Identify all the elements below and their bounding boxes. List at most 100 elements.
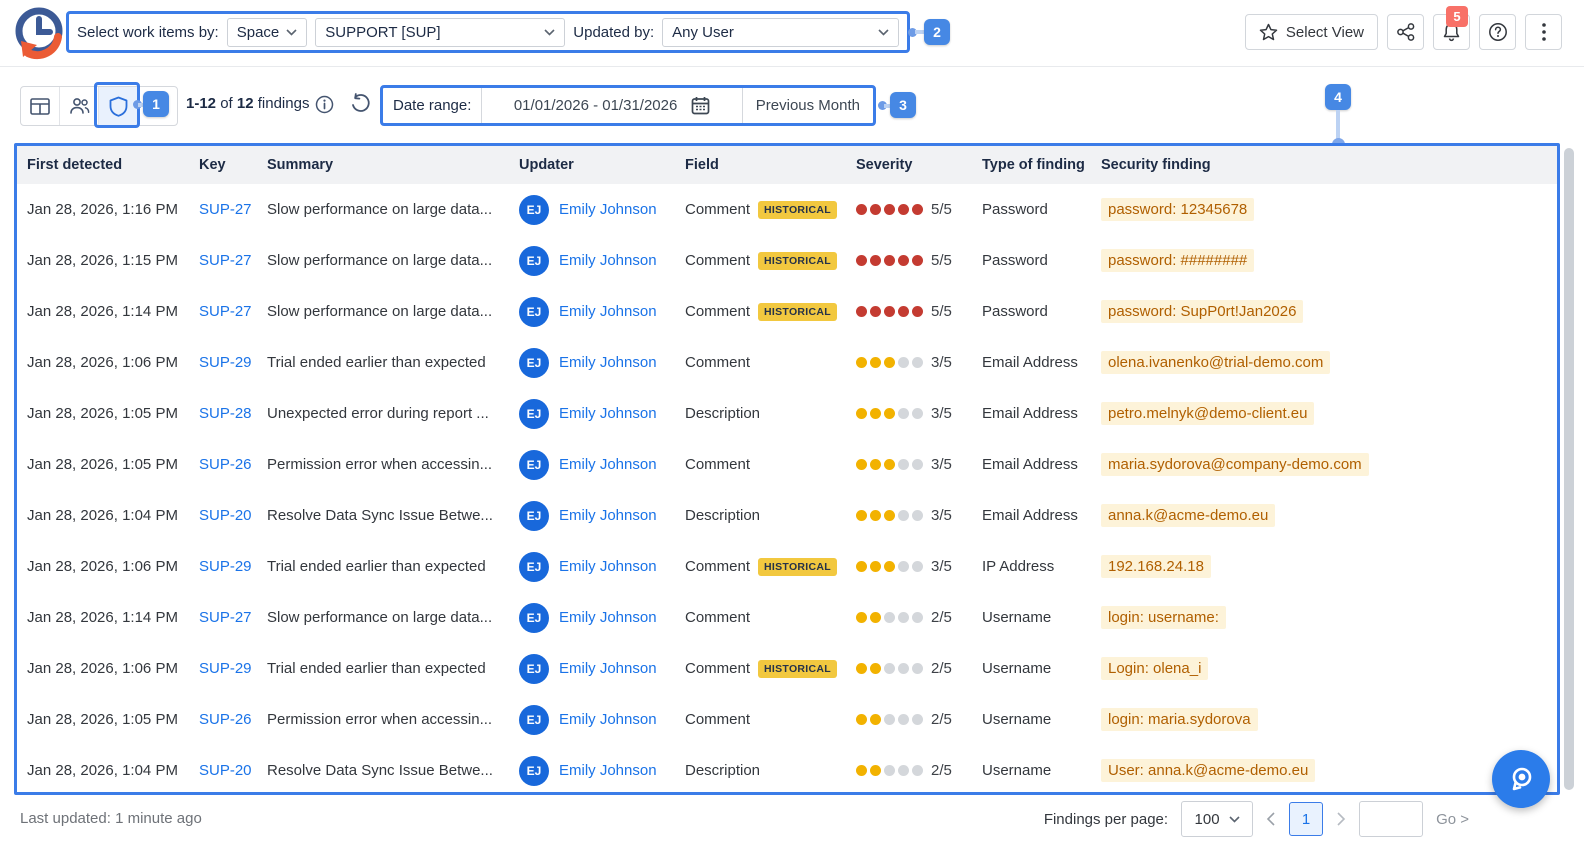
cell-summary: Unexpected error during report ...	[267, 405, 489, 422]
info-button[interactable]	[315, 95, 334, 114]
updater-name-link[interactable]: Emily Johnson	[559, 660, 657, 677]
cell-key-link[interactable]: SUP-28	[199, 405, 267, 422]
severity-dots	[856, 255, 923, 266]
cell-key-link[interactable]: SUP-27	[199, 252, 267, 269]
help-button[interactable]	[1479, 14, 1516, 50]
table-view-icon	[30, 97, 50, 115]
people-view-button[interactable]	[60, 87, 99, 125]
cell-key-link[interactable]: SUP-27	[199, 303, 267, 320]
severity-dot	[884, 612, 895, 623]
calendar-icon	[691, 97, 710, 115]
go-button[interactable]: Go >	[1436, 811, 1469, 828]
current-page-button[interactable]: 1	[1289, 802, 1324, 836]
select-view-button[interactable]: Select View	[1244, 14, 1378, 50]
updater-name-link[interactable]: Emily Johnson	[559, 558, 657, 575]
cell-field: Comment HISTORICAL	[685, 251, 856, 270]
severity-dot	[898, 255, 909, 266]
updater-name-link[interactable]: Emily Johnson	[559, 507, 657, 524]
cell-key-link[interactable]: SUP-29	[199, 558, 267, 575]
search-fab-button[interactable]	[1492, 750, 1550, 808]
finding-pill: password: 12345678	[1101, 198, 1255, 221]
cell-severity: 2/5	[856, 711, 982, 728]
updater-name-link[interactable]: Emily Johnson	[559, 456, 657, 473]
severity-dot	[898, 612, 909, 623]
cell-key-link[interactable]: SUP-26	[199, 711, 267, 728]
cell-key-link[interactable]: SUP-27	[199, 201, 267, 218]
share-button[interactable]	[1387, 14, 1424, 50]
cell-severity: 2/5	[856, 762, 982, 779]
more-menu-button[interactable]	[1525, 14, 1562, 50]
severity-dot	[870, 561, 881, 572]
severity-dot	[856, 561, 867, 572]
cell-updater: EJ Emily Johnson	[519, 551, 685, 582]
vertical-scrollbar[interactable]	[1564, 148, 1574, 790]
per-page-select[interactable]: 100	[1181, 801, 1254, 837]
col-field: Field	[685, 157, 719, 173]
severity-dot	[856, 510, 867, 521]
updater-name-link[interactable]: Emily Johnson	[559, 303, 657, 320]
chevron-left-icon[interactable]	[1266, 812, 1276, 826]
severity-dot	[870, 510, 881, 521]
kebab-icon	[1541, 23, 1546, 41]
table-row[interactable]: Jan 28, 2026, 1:15 PM SUP-27 Slow perfor…	[17, 235, 1557, 286]
updated-by-select[interactable]: Any User	[662, 17, 899, 47]
updater-name-link[interactable]: Emily Johnson	[559, 201, 657, 218]
field-value: Comment	[685, 660, 751, 677]
cell-severity: 2/5	[856, 609, 982, 626]
filter-bar-label: Select work items by:	[77, 23, 219, 41]
security-view-button[interactable]	[99, 87, 138, 125]
severity-label: 2/5	[931, 711, 952, 728]
cell-updater: EJ Emily Johnson	[519, 500, 685, 531]
field-value: Comment	[685, 558, 751, 575]
refresh-button[interactable]	[350, 93, 371, 114]
table-row[interactable]: Jan 28, 2026, 1:06 PM SUP-29 Trial ended…	[17, 337, 1557, 388]
severity-dot	[870, 408, 881, 419]
table-row[interactable]: Jan 28, 2026, 1:04 PM SUP-20 Resolve Dat…	[17, 745, 1557, 792]
work-item-filter-bar: Select work items by: Space SUPPORT [SUP…	[66, 11, 910, 53]
severity-dot	[898, 459, 909, 470]
table-row[interactable]: Jan 28, 2026, 1:05 PM SUP-26 Permission …	[17, 694, 1557, 745]
updater-name-link[interactable]: Emily Johnson	[559, 252, 657, 269]
previous-month-button[interactable]: Previous Month	[743, 97, 873, 114]
updater-name-link[interactable]: Emily Johnson	[559, 762, 657, 779]
chevron-right-icon[interactable]	[1336, 812, 1346, 826]
updater-name-link[interactable]: Emily Johnson	[559, 609, 657, 626]
severity-dot	[884, 255, 895, 266]
cell-key-link[interactable]: SUP-27	[199, 609, 267, 626]
table-view-button[interactable]	[21, 87, 60, 125]
cell-key-link[interactable]: SUP-29	[199, 354, 267, 371]
cell-key-link[interactable]: SUP-26	[199, 456, 267, 473]
col-updater: Updater	[519, 157, 574, 173]
table-row[interactable]: Jan 28, 2026, 1:05 PM SUP-28 Unexpected …	[17, 388, 1557, 439]
cell-key-link[interactable]: SUP-29	[199, 660, 267, 677]
table-row[interactable]: Jan 28, 2026, 1:05 PM SUP-26 Permission …	[17, 439, 1557, 490]
table-row[interactable]: Jan 28, 2026, 1:04 PM SUP-20 Resolve Dat…	[17, 490, 1557, 541]
date-range-input[interactable]: 01/01/2026 - 01/31/2026	[481, 88, 743, 123]
scope-select[interactable]: Space	[226, 17, 308, 47]
cell-updater: EJ Emily Johnson	[519, 602, 685, 633]
cell-first-detected: Jan 28, 2026, 1:06 PM	[27, 354, 178, 371]
goto-page-input[interactable]	[1359, 801, 1424, 837]
table-row[interactable]: Jan 28, 2026, 1:14 PM SUP-27 Slow perfor…	[17, 592, 1557, 643]
cell-field: Comment	[685, 609, 856, 626]
severity-dot	[870, 612, 881, 623]
cell-summary: Slow performance on large data...	[267, 252, 493, 269]
table-row[interactable]: Jan 28, 2026, 1:06 PM SUP-29 Trial ended…	[17, 643, 1557, 694]
cell-first-detected: Jan 28, 2026, 1:04 PM	[27, 507, 178, 524]
table-row[interactable]: Jan 28, 2026, 1:06 PM SUP-29 Trial ended…	[17, 541, 1557, 592]
severity-dot	[884, 459, 895, 470]
field-value: Comment	[685, 609, 751, 626]
project-select[interactable]: SUPPORT [SUP]	[315, 17, 566, 47]
cell-key-link[interactable]: SUP-20	[199, 507, 267, 524]
updater-name-link[interactable]: Emily Johnson	[559, 354, 657, 371]
updater-name-link[interactable]: Emily Johnson	[559, 711, 657, 728]
updater-name-link[interactable]: Emily Johnson	[559, 405, 657, 422]
notifications-button[interactable]: 5	[1433, 6, 1470, 50]
cell-key-link[interactable]: SUP-20	[199, 762, 267, 779]
table-row[interactable]: Jan 28, 2026, 1:14 PM SUP-27 Slow perfor…	[17, 286, 1557, 337]
table-row[interactable]: Jan 28, 2026, 1:16 PM SUP-27 Slow perfor…	[17, 184, 1557, 235]
cell-updater: EJ Emily Johnson	[519, 296, 685, 327]
cell-first-detected: Jan 28, 2026, 1:14 PM	[27, 303, 178, 320]
cell-updater: EJ Emily Johnson	[519, 755, 685, 786]
cell-first-detected: Jan 28, 2026, 1:16 PM	[27, 201, 178, 218]
